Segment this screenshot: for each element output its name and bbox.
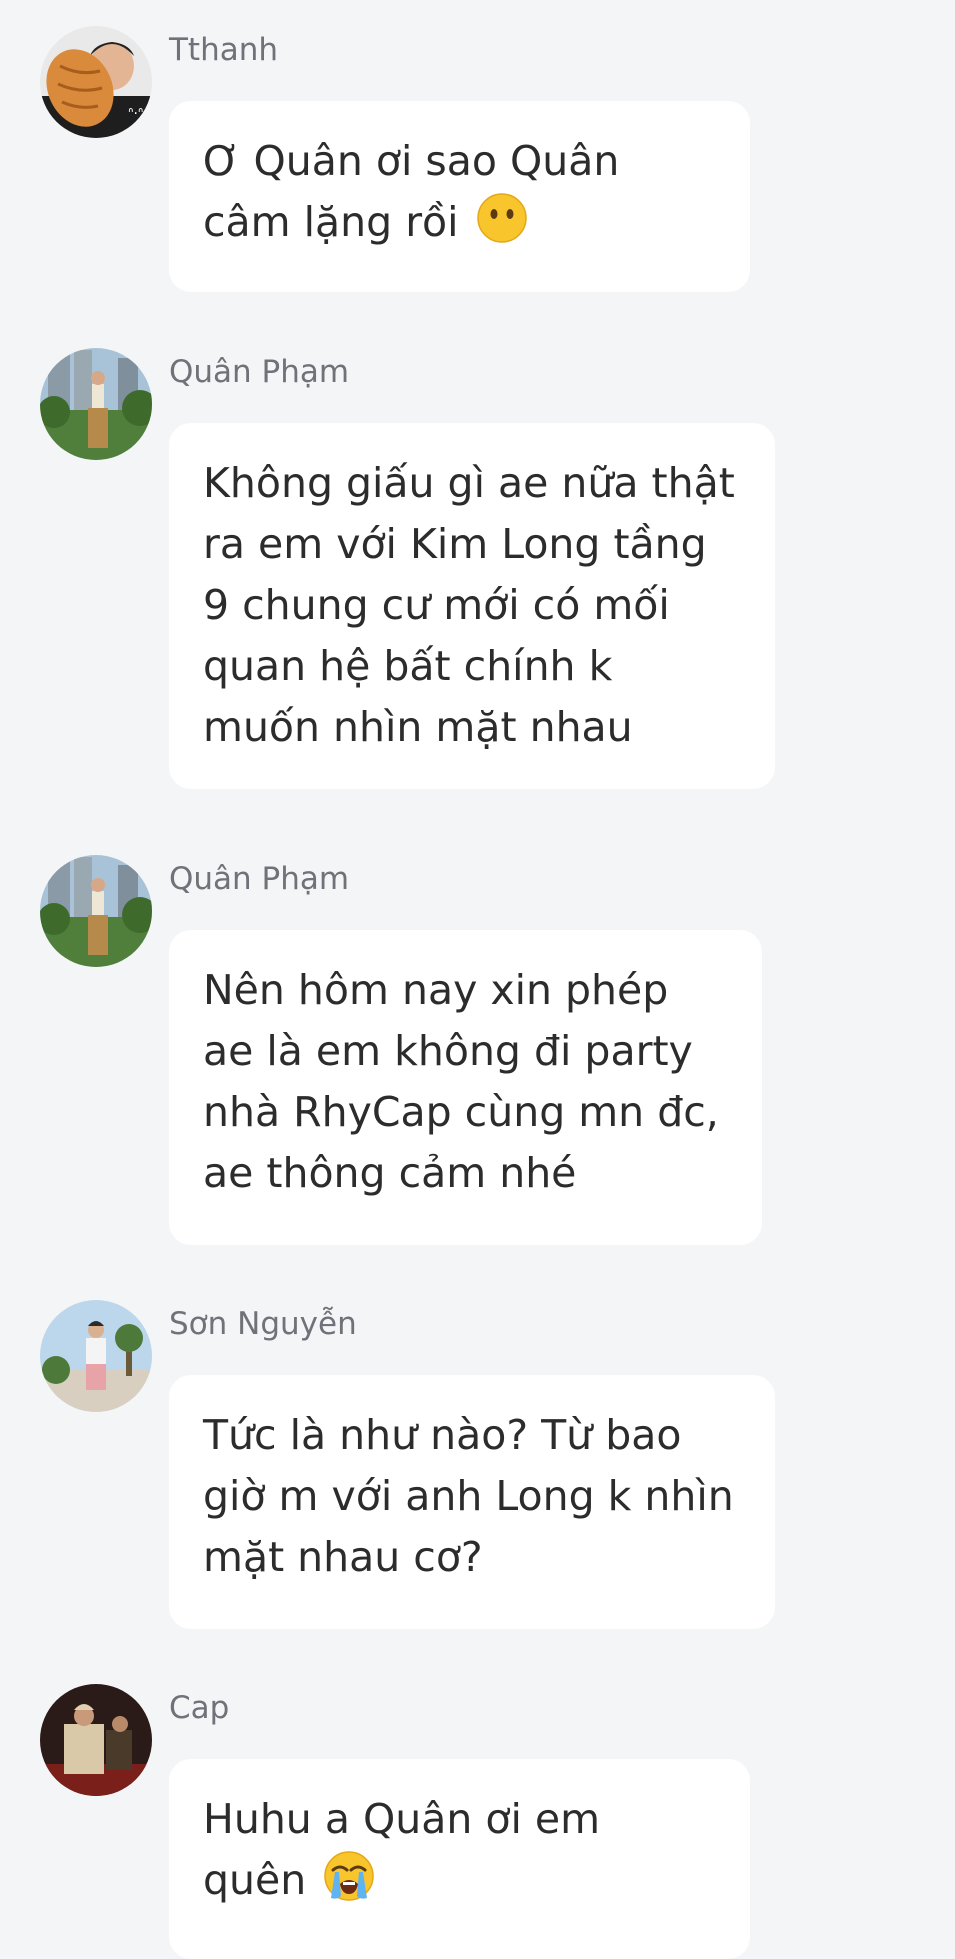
message-text: Tức là như nào? Từ bao giờ m với anh Lon… [203,1411,734,1581]
svg-text:ᐢ·ᐢ: ᐢ·ᐢ [128,106,143,122]
message-bubble[interactable]: Nên hôm nay xin phép ae là em không đi p… [169,930,762,1245]
sender-name[interactable]: Cap [169,1690,229,1726]
avatar[interactable]: ᐢ·ᐢ [40,26,152,138]
avatar-photo-icon: ᐢ·ᐢ [40,26,152,138]
avatar-photo-icon [40,348,152,460]
message-text: Nên hôm nay xin phép ae là em không đi p… [203,966,719,1197]
message-text: Ơ Quân ơi sao Quân câm lặng rồi [203,137,620,246]
chat-thread: ᐢ·ᐢ Tthanh Ơ Quân ơi sao Quân câm lặng r… [0,0,955,1959]
avatar[interactable] [40,348,152,460]
avatar[interactable] [40,1684,152,1796]
message-bubble[interactable]: Ơ Quân ơi sao Quân câm lặng rồi [169,101,750,292]
message-bubble[interactable]: Không giấu gì ae nữa thật ra em với Kim … [169,423,775,789]
sender-name[interactable]: Quân Phạm [169,354,349,390]
sender-name[interactable]: Quân Phạm [169,861,349,897]
sender-name[interactable]: Tthanh [169,32,278,68]
loudly-crying-face-icon [323,1850,375,1902]
avatar-photo-icon [40,1300,152,1412]
sender-name[interactable]: Sơn Nguyễn [169,1306,357,1342]
message-text: Huhu a Quân ơi em quên [203,1795,601,1904]
message-bubble[interactable]: Tức là như nào? Từ bao giờ m với anh Lon… [169,1375,775,1629]
avatar[interactable] [40,1300,152,1412]
avatar-photo-icon [40,855,152,967]
face-without-mouth-icon [476,192,528,244]
avatar[interactable] [40,855,152,967]
avatar-photo-icon [40,1684,152,1796]
message-bubble[interactable]: Huhu a Quân ơi em quên [169,1759,750,1959]
message-text: Không giấu gì ae nữa thật ra em với Kim … [203,459,735,751]
